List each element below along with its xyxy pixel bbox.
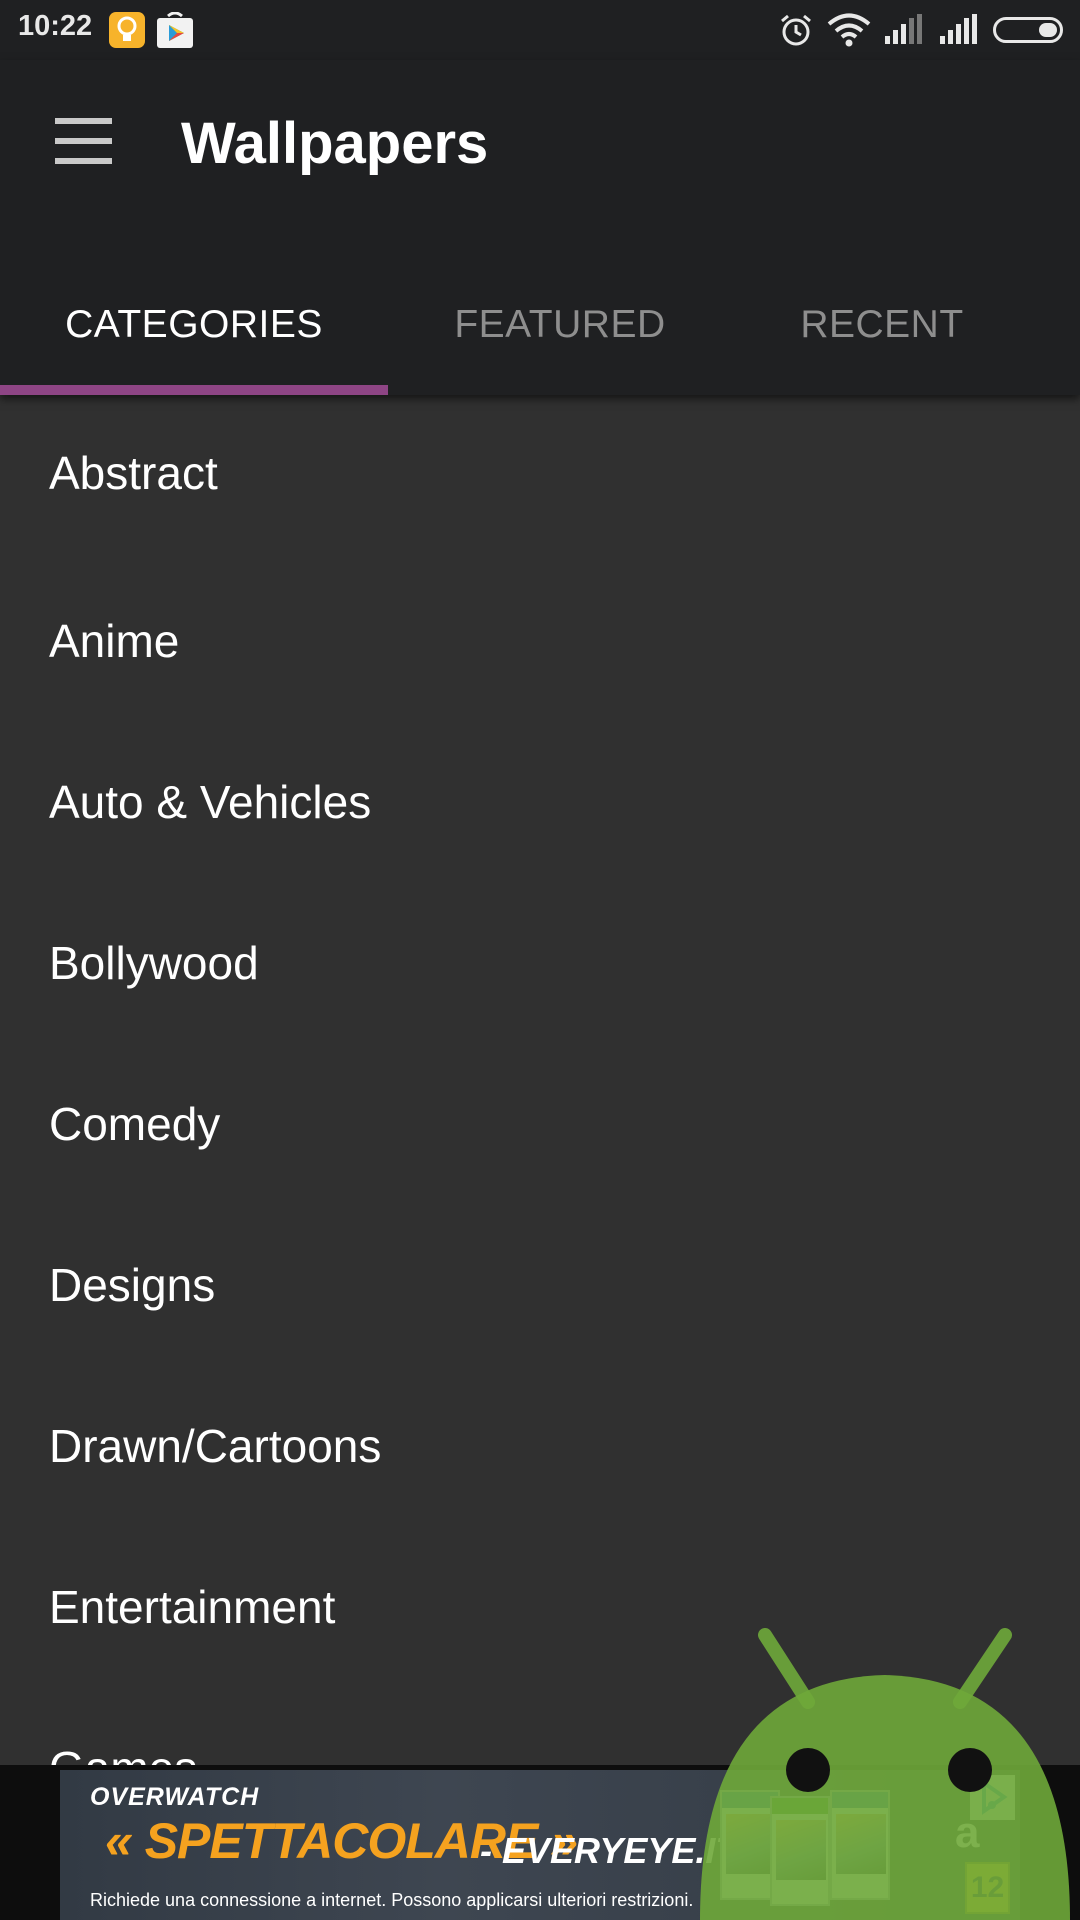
list-item[interactable]: Abstract [0,395,1080,560]
ad-banner[interactable]: OVERWATCH « SPETTACOLARE » - EVERYEYE.IT… [60,1770,1020,1920]
list-item[interactable]: Entertainment [0,1526,1080,1687]
list-item[interactable]: Auto & Vehicles [0,721,1080,882]
amazon-logo-icon: a [955,1808,980,1857]
category-list[interactable]: Abstract Anime Auto & Vehicles Bollywood… [0,395,1080,1766]
ad-product-box [830,1790,890,1900]
ad-disclaimer: Richiede una connessione a internet. Pos… [90,1890,694,1910]
ad-banner-container: OVERWATCH « SPETTACOLARE » - EVERYEYE.IT… [0,1765,1080,1920]
list-item[interactable]: Games [0,1687,1080,1766]
tab-indicator [0,385,388,395]
list-item[interactable]: Drawn/Cartoons [0,1365,1080,1526]
tab-recent[interactable]: RECENT [702,275,1062,395]
list-item[interactable]: Bollywood [0,882,1080,1043]
ad-source: - EVERYEYE.IT [480,1830,738,1871]
tab-categories[interactable]: CATEGORIES [14,275,374,395]
battery-icon [993,17,1063,43]
ad-logo: OVERWATCH [90,1783,260,1811]
tab-bar: CATEGORIES FEATURED RECENT [0,275,1080,395]
wifi-icon [827,13,871,52]
signal-icon [938,14,978,49]
pegi-rating-badge: 12 [965,1862,1010,1914]
list-item[interactable]: Comedy [0,1043,1080,1204]
alarm-icon [779,13,813,52]
status-time: 10:22 [18,10,93,42]
app-bar: Wallpapers CATEGORIES FEATURED RECENT [0,60,1080,395]
page-title: Wallpapers [181,111,489,176]
signal-icon [883,14,923,49]
play-store-icon [157,11,193,48]
hamburger-menu-icon[interactable] [44,118,114,170]
status-bar: 10:22 [0,0,1080,60]
ad-product-box [770,1796,830,1906]
tab-featured[interactable]: FEATURED [380,275,740,395]
list-item[interactable]: Designs [0,1204,1080,1365]
list-item[interactable]: Anime [0,560,1080,721]
idea-bulb-icon [109,12,145,48]
